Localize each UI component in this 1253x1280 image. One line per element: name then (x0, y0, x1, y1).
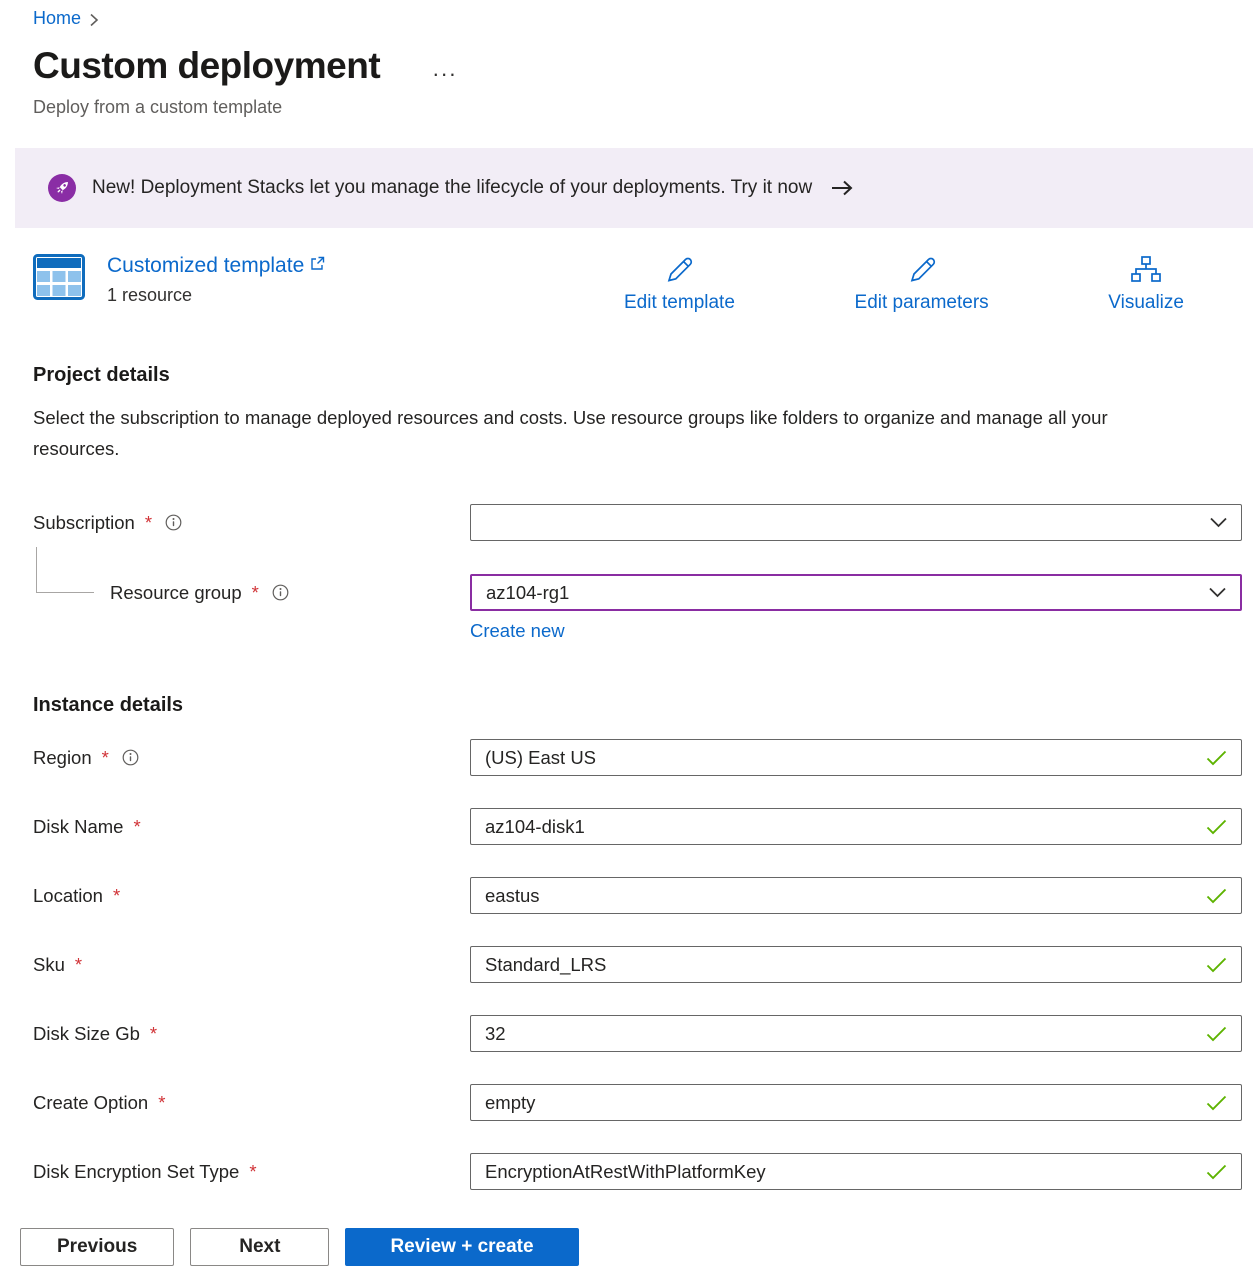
disk-name-row: Disk Name * az104-disk1 (33, 808, 1242, 845)
required-marker: * (249, 1161, 256, 1183)
subscription-row: Subscription * (33, 504, 1242, 541)
location-row: Location * eastus (33, 877, 1242, 914)
arrow-right-icon[interactable] (830, 179, 854, 197)
template-grid-icon (33, 254, 85, 300)
sku-value: Standard_LRS (485, 954, 606, 976)
region-value: (US) East US (485, 747, 596, 769)
required-marker: * (252, 582, 259, 604)
template-card: Customized template 1 resource Edit temp… (33, 254, 1242, 314)
main-content: Home Custom deployment ··· Deploy from a… (0, 0, 1253, 1190)
visualize-label: Visualize (1108, 292, 1184, 314)
info-icon[interactable] (122, 749, 139, 766)
required-marker: * (113, 885, 120, 907)
template-actions: Edit template Edit parameters Visua (624, 254, 1184, 314)
visualize-button[interactable]: Visualize (1108, 254, 1184, 314)
required-marker: * (158, 1092, 165, 1114)
info-icon[interactable] (165, 514, 182, 531)
disk-encryption-set-type-value: EncryptionAtRestWithPlatformKey (485, 1161, 766, 1183)
resource-group-dropdown[interactable]: az104-rg1 (470, 574, 1242, 611)
section-heading-instance-details: Instance details (33, 694, 1242, 717)
valid-check-icon (1206, 1095, 1227, 1111)
subscription-label: Subscription (33, 512, 135, 534)
page-title: Custom deployment (33, 45, 380, 87)
location-value: eastus (485, 885, 540, 907)
disk-name-label: Disk Name (33, 816, 123, 838)
sku-row: Sku * Standard_LRS (33, 946, 1242, 983)
disk-encryption-set-type-row: Disk Encryption Set Type * EncryptionAtR… (33, 1153, 1242, 1190)
create-new-link[interactable]: Create new (470, 620, 565, 642)
sku-label: Sku (33, 954, 65, 976)
region-row: Region * (US) East US (33, 739, 1242, 776)
disk-size-input[interactable]: 32 (470, 1015, 1242, 1052)
disk-name-input[interactable]: az104-disk1 (470, 808, 1242, 845)
required-marker: * (150, 1023, 157, 1045)
pencil-icon (906, 254, 938, 286)
template-link-label: Customized template (107, 254, 304, 278)
sitemap-icon (1130, 254, 1162, 286)
valid-check-icon (1206, 819, 1227, 835)
deployment-stacks-banner[interactable]: New! Deployment Stacks let you manage th… (15, 148, 1253, 228)
breadcrumb-home-link[interactable]: Home (33, 8, 81, 29)
required-marker: * (75, 954, 82, 976)
tree-connector (36, 547, 94, 593)
edit-template-button[interactable]: Edit template (624, 254, 735, 314)
valid-check-icon (1206, 1026, 1227, 1042)
valid-check-icon (1206, 957, 1227, 973)
resource-group-row: Resource group * az104-rg1 Create new (33, 574, 1242, 642)
review-create-button[interactable]: Review + create (345, 1228, 578, 1266)
required-marker: * (145, 512, 152, 534)
resource-group-value: az104-rg1 (486, 582, 569, 604)
info-icon[interactable] (272, 584, 289, 601)
chevron-down-icon (1209, 587, 1226, 598)
disk-encryption-set-type-label: Disk Encryption Set Type (33, 1161, 239, 1183)
banner-message: New! Deployment Stacks let you manage th… (92, 177, 812, 199)
resource-group-label: Resource group (110, 582, 242, 604)
region-input[interactable]: (US) East US (470, 739, 1242, 776)
more-options-button[interactable]: ··· (432, 61, 457, 87)
edit-parameters-button[interactable]: Edit parameters (855, 254, 989, 314)
create-option-row: Create Option * empty (33, 1084, 1242, 1121)
valid-check-icon (1206, 1164, 1227, 1180)
edit-parameters-label: Edit parameters (855, 292, 989, 314)
create-option-label: Create Option (33, 1092, 148, 1114)
next-button[interactable]: Next (190, 1228, 329, 1266)
rocket-icon (48, 174, 76, 202)
wizard-footer: Previous Next Review + create (0, 1207, 1253, 1280)
previous-button[interactable]: Previous (20, 1228, 174, 1266)
breadcrumb: Home (33, 8, 1242, 29)
project-details-description: Select the subscription to manage deploy… (33, 403, 1183, 464)
disk-size-label: Disk Size Gb (33, 1023, 140, 1045)
disk-encryption-set-type-input[interactable]: EncryptionAtRestWithPlatformKey (470, 1153, 1242, 1190)
chevron-right-icon (89, 11, 99, 27)
edit-template-label: Edit template (624, 292, 735, 314)
valid-check-icon (1206, 750, 1227, 766)
subscription-dropdown[interactable] (470, 504, 1242, 541)
disk-size-row: Disk Size Gb * 32 (33, 1015, 1242, 1052)
location-input[interactable]: eastus (470, 877, 1242, 914)
external-link-icon (310, 256, 325, 271)
section-heading-project-details: Project details (33, 364, 1242, 387)
create-option-input[interactable]: empty (470, 1084, 1242, 1121)
chevron-down-icon (1210, 517, 1227, 528)
resource-count: 1 resource (107, 285, 325, 306)
customized-template-link[interactable]: Customized template (107, 254, 325, 278)
sku-input[interactable]: Standard_LRS (470, 946, 1242, 983)
pencil-icon (663, 254, 695, 286)
page-subtitle: Deploy from a custom template (33, 97, 1242, 118)
region-label: Region (33, 747, 92, 769)
required-marker: * (102, 747, 109, 769)
required-marker: * (133, 816, 140, 838)
valid-check-icon (1206, 888, 1227, 904)
disk-size-value: 32 (485, 1023, 506, 1045)
title-row: Custom deployment ··· (33, 45, 1242, 87)
create-option-value: empty (485, 1092, 535, 1114)
location-label: Location (33, 885, 103, 907)
disk-name-value: az104-disk1 (485, 816, 585, 838)
